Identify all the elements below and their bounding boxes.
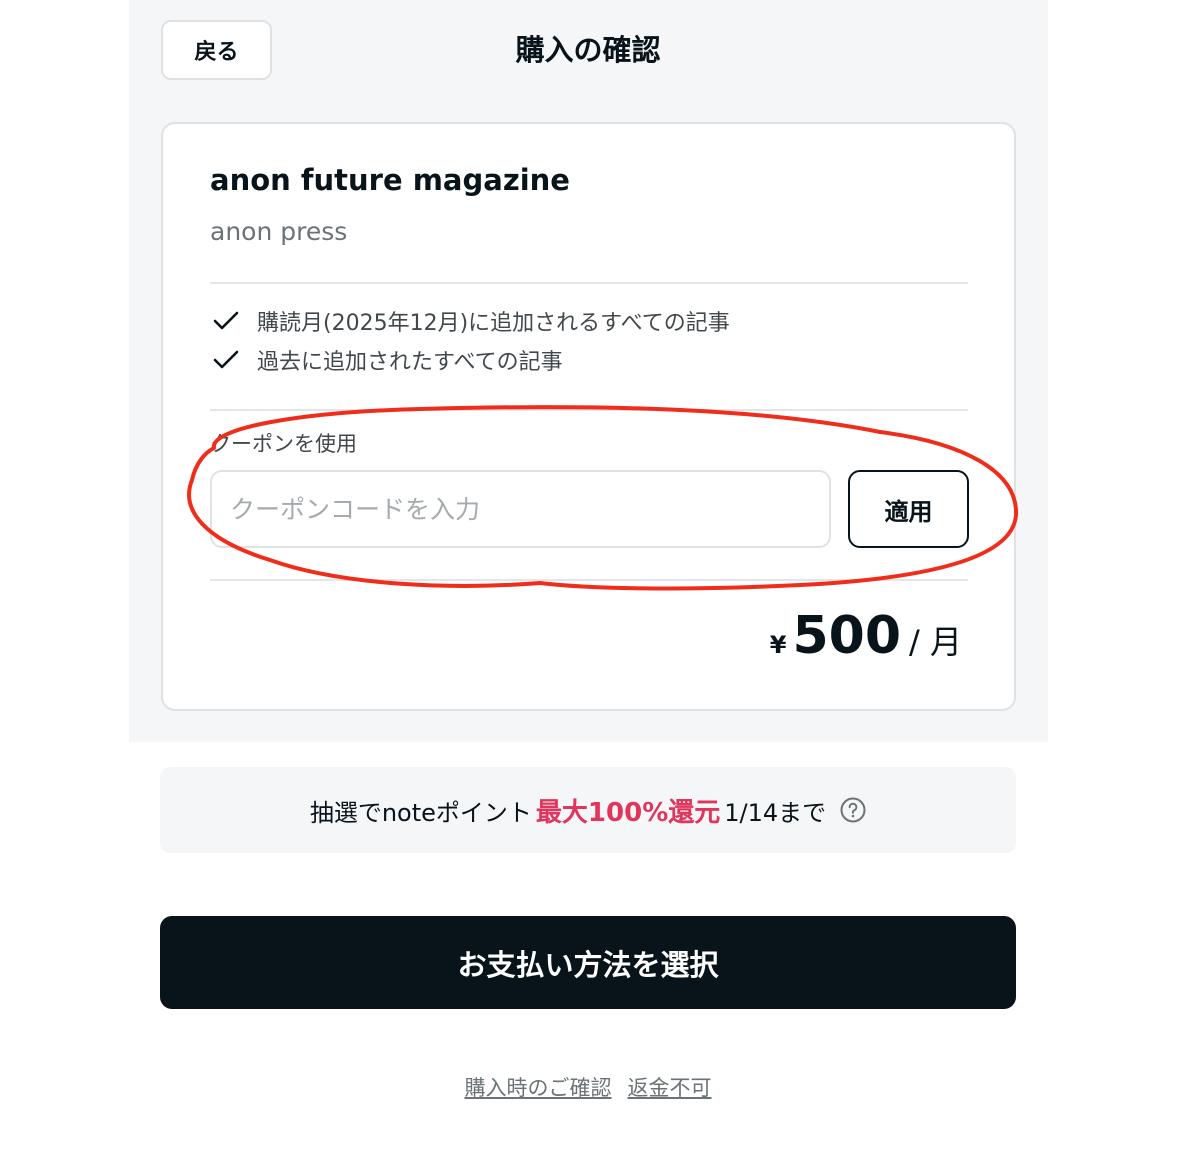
coupon-code-input[interactable] bbox=[210, 470, 831, 548]
publisher-name: anon press bbox=[210, 217, 348, 246]
feature-item: 購読月(2025年12月)に追加されるすべての記事 bbox=[213, 305, 730, 337]
question-circle-icon[interactable] bbox=[840, 797, 866, 823]
promo-banner[interactable]: 抽選でnoteポイント 最大100%還元 1/14まで bbox=[160, 767, 1016, 853]
divider bbox=[210, 579, 968, 581]
promo-text: 抽選でnoteポイント bbox=[309, 798, 532, 827]
price-period: / 月 bbox=[909, 623, 962, 661]
select-payment-method-button[interactable]: お支払い方法を選択 bbox=[160, 916, 1016, 1009]
feature-text: 過去に追加されたすべての記事 bbox=[257, 350, 563, 375]
feature-text: 購読月(2025年12月)に追加されるすべての記事 bbox=[257, 311, 730, 336]
product-title: anon future magazine bbox=[210, 163, 570, 197]
back-button[interactable]: 戻る bbox=[161, 20, 272, 80]
price-currency: ¥ bbox=[769, 631, 787, 659]
apply-coupon-button[interactable]: 適用 bbox=[848, 470, 969, 548]
coupon-label: クーポンを使用 bbox=[210, 432, 357, 456]
divider bbox=[210, 409, 968, 411]
price-amount: 500 bbox=[792, 606, 902, 666]
promo-highlight: 最大100%還元 bbox=[535, 797, 721, 828]
feature-item: 過去に追加されたすべての記事 bbox=[213, 344, 563, 376]
check-icon bbox=[213, 311, 239, 330]
promo-deadline: 1/14まで bbox=[724, 798, 827, 827]
no-refund-link[interactable]: 返金不可 bbox=[628, 1072, 712, 1102]
price: ¥ 500 / 月 bbox=[770, 606, 962, 666]
divider bbox=[210, 282, 968, 284]
purchase-notes-link[interactable]: 購入時のご確認 bbox=[465, 1072, 612, 1102]
product-card: anon future magazine anon press 購読月(2025… bbox=[161, 122, 1016, 711]
check-icon bbox=[213, 350, 239, 369]
page-title: 購入の確認 bbox=[515, 33, 661, 67]
footer-links: 購入時のご確認 返金不可 bbox=[0, 1072, 1188, 1102]
